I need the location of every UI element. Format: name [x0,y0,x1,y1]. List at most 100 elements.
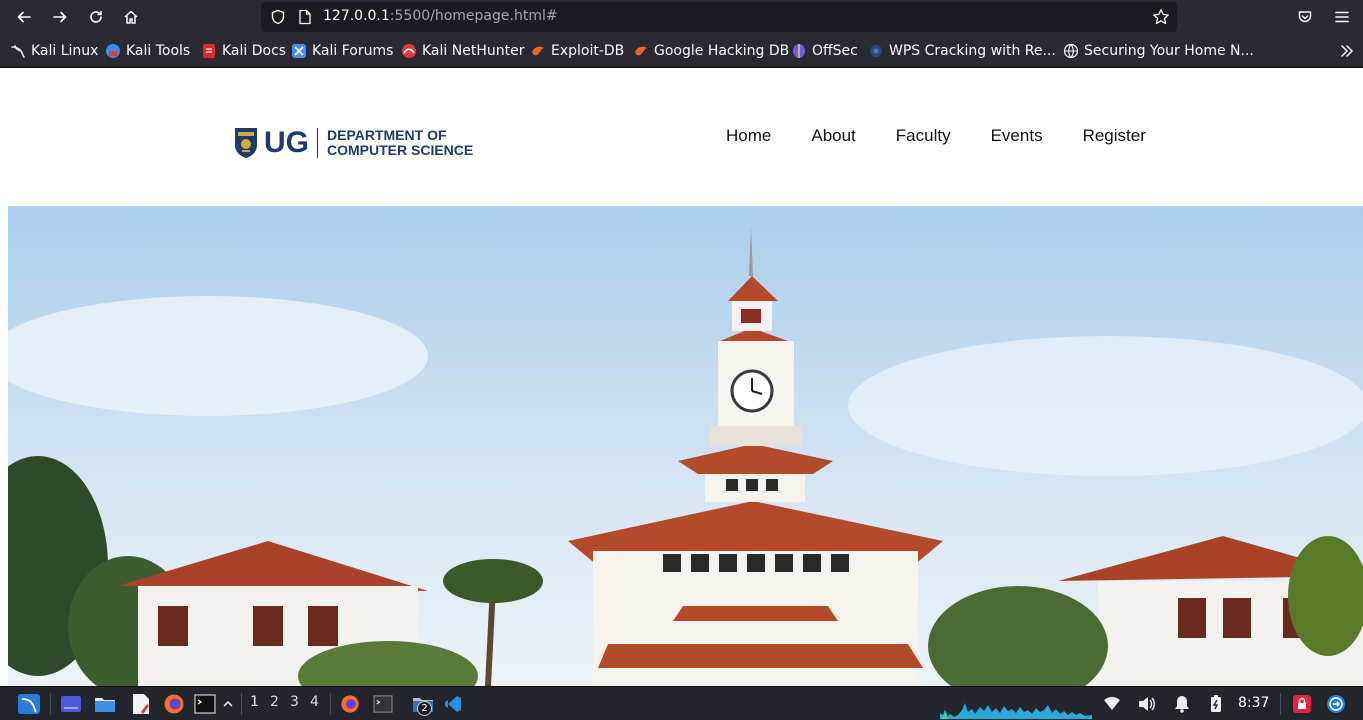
terminal-launcher[interactable] [194,693,216,715]
hamburger-icon [1335,11,1349,23]
clock[interactable]: 8:37 [1238,695,1269,711]
workspace-1[interactable]: 1 [250,694,259,710]
browser-toolbar: 127.0.0.1:5500/homepage.html# [0,0,1363,34]
bookmark-star-icon[interactable] [1152,8,1170,26]
kali-dragon-icon [18,694,40,714]
arrow-left-icon [17,11,31,23]
chevron-up-icon [223,700,233,707]
bookmark-label: Google Hacking DB [654,43,790,59]
url-path: :5500/homepage.html# [389,8,558,24]
nav-register[interactable]: Register [1083,126,1146,146]
bookmark-kali-docs[interactable]: Kali Docs [201,42,286,60]
nav-home[interactable]: Home [726,126,771,146]
bookmark-label: OffSec [812,43,858,59]
workspace-4[interactable]: 4 [310,694,319,710]
dept-name: DEPARTMENT OF COMPUTER SCIENCE [327,128,473,158]
task-firefox-window[interactable] [339,693,361,715]
bookmark-kali-forums[interactable]: Kali Forums [291,42,393,60]
firefox-icon [341,695,359,713]
wps-icon [870,45,882,57]
reload-button[interactable] [83,4,109,30]
globe-icon [1063,43,1079,59]
bookmark-wps-cracking[interactable]: WPS Cracking with Re... [868,42,1056,60]
bookmark-label: Kali NetHunter [422,43,525,59]
arrow-right-icon [53,11,67,23]
taskbar-separator [1280,693,1281,715]
pocket-icon [1298,11,1312,23]
ghdb-icon [635,46,647,56]
speaker-icon [1139,697,1155,711]
bookmark-securing-home[interactable]: Securing Your Home N... [1063,42,1254,60]
url-text[interactable]: 127.0.0.1:5500/homepage.html# [323,8,558,24]
bookmark-label: Kali Tools [126,43,191,59]
task-vscode-window[interactable] [442,693,464,715]
terminal-icon [373,695,393,713]
logout-button[interactable] [1325,693,1347,715]
text-editor-launcher[interactable] [130,693,152,715]
desktop-icon [61,696,81,712]
bookmark-kali-linux[interactable]: Kali Linux [10,42,98,60]
battery-charging-icon [1211,695,1221,712]
home-icon [124,10,138,24]
bookmark-label: Securing Your Home N... [1084,43,1254,59]
network-indicator[interactable] [1101,693,1123,715]
logo-divider [317,128,318,158]
exploit-db-icon [532,46,544,56]
show-desktop-button[interactable] [60,693,82,715]
dept-line-2: COMPUTER SCIENCE [327,142,474,158]
kali-menu-button[interactable] [16,693,42,715]
bookmark-kali-nethunter[interactable]: Kali NetHunter [401,42,524,60]
hero-image [8,206,1363,686]
offsec-icon [793,44,805,58]
bookmark-label: WPS Cracking with Re... [889,43,1056,59]
bell-icon [1175,696,1189,713]
workspace-3[interactable]: 3 [290,694,299,710]
vscode-icon [445,696,461,712]
url-host: 127.0.0.1 [323,8,390,24]
notifications-indicator[interactable] [1171,693,1193,715]
chevron-double-right-icon[interactable] [1339,43,1355,59]
menu-button[interactable] [1329,4,1355,30]
site-logo[interactable]: UG DEPARTMENT OF COMPUTER SCIENCE [233,126,473,160]
files-launcher[interactable] [94,693,116,715]
task-terminal-window[interactable] [372,693,394,715]
back-button[interactable] [11,4,37,30]
page-info-icon[interactable] [298,9,312,25]
taskbar-separator [241,693,242,715]
url-bar[interactable]: 127.0.0.1:5500/homepage.html# [261,2,1177,32]
bookmark-label: Kali Docs [222,43,287,59]
kali-docs-icon [203,44,215,58]
kali-dragon-icon [11,45,25,58]
ug-crest-icon [235,128,257,158]
bookmarks-toolbar: Kali Linux Kali Tools Kali Docs Kali For… [0,34,1363,68]
lock-screen-button[interactable] [1291,693,1313,715]
bookmark-offsec[interactable]: OffSec [791,42,858,60]
forward-button[interactable] [47,4,73,30]
wifi-icon [1104,697,1120,710]
bookmark-kali-tools[interactable]: Kali Tools [105,42,190,60]
shield-icon[interactable] [270,9,286,25]
lock-icon [1293,695,1311,713]
bookmark-ghdb[interactable]: Google Hacking DB [633,42,789,60]
power-indicator[interactable] [1205,693,1227,715]
nav-events[interactable]: Events [991,126,1043,146]
nethunter-icon [402,44,416,58]
nav-about[interactable]: About [811,126,855,146]
firefox-icon [164,694,184,714]
main-nav: Home About Faculty Events Register [726,126,1186,146]
bookmark-exploit-db[interactable]: Exploit-DB [530,42,624,60]
dept-line-1: DEPARTMENT OF [327,127,447,143]
pocket-button[interactable] [1292,4,1318,30]
workspace-2[interactable]: 2 [270,694,279,710]
cpu-usage-graph [940,703,1092,719]
kali-forums-icon [292,44,306,58]
window-count-badge: 2 [417,701,432,716]
bookmark-label: Exploit-DB [551,43,625,59]
home-button[interactable] [118,4,144,30]
task-files-window[interactable]: 2 [408,693,438,716]
firefox-launcher[interactable] [163,693,185,715]
volume-indicator[interactable] [1136,693,1158,715]
launcher-expand-button[interactable] [221,693,235,715]
folder-icon [95,698,115,712]
nav-faculty[interactable]: Faculty [896,126,951,146]
